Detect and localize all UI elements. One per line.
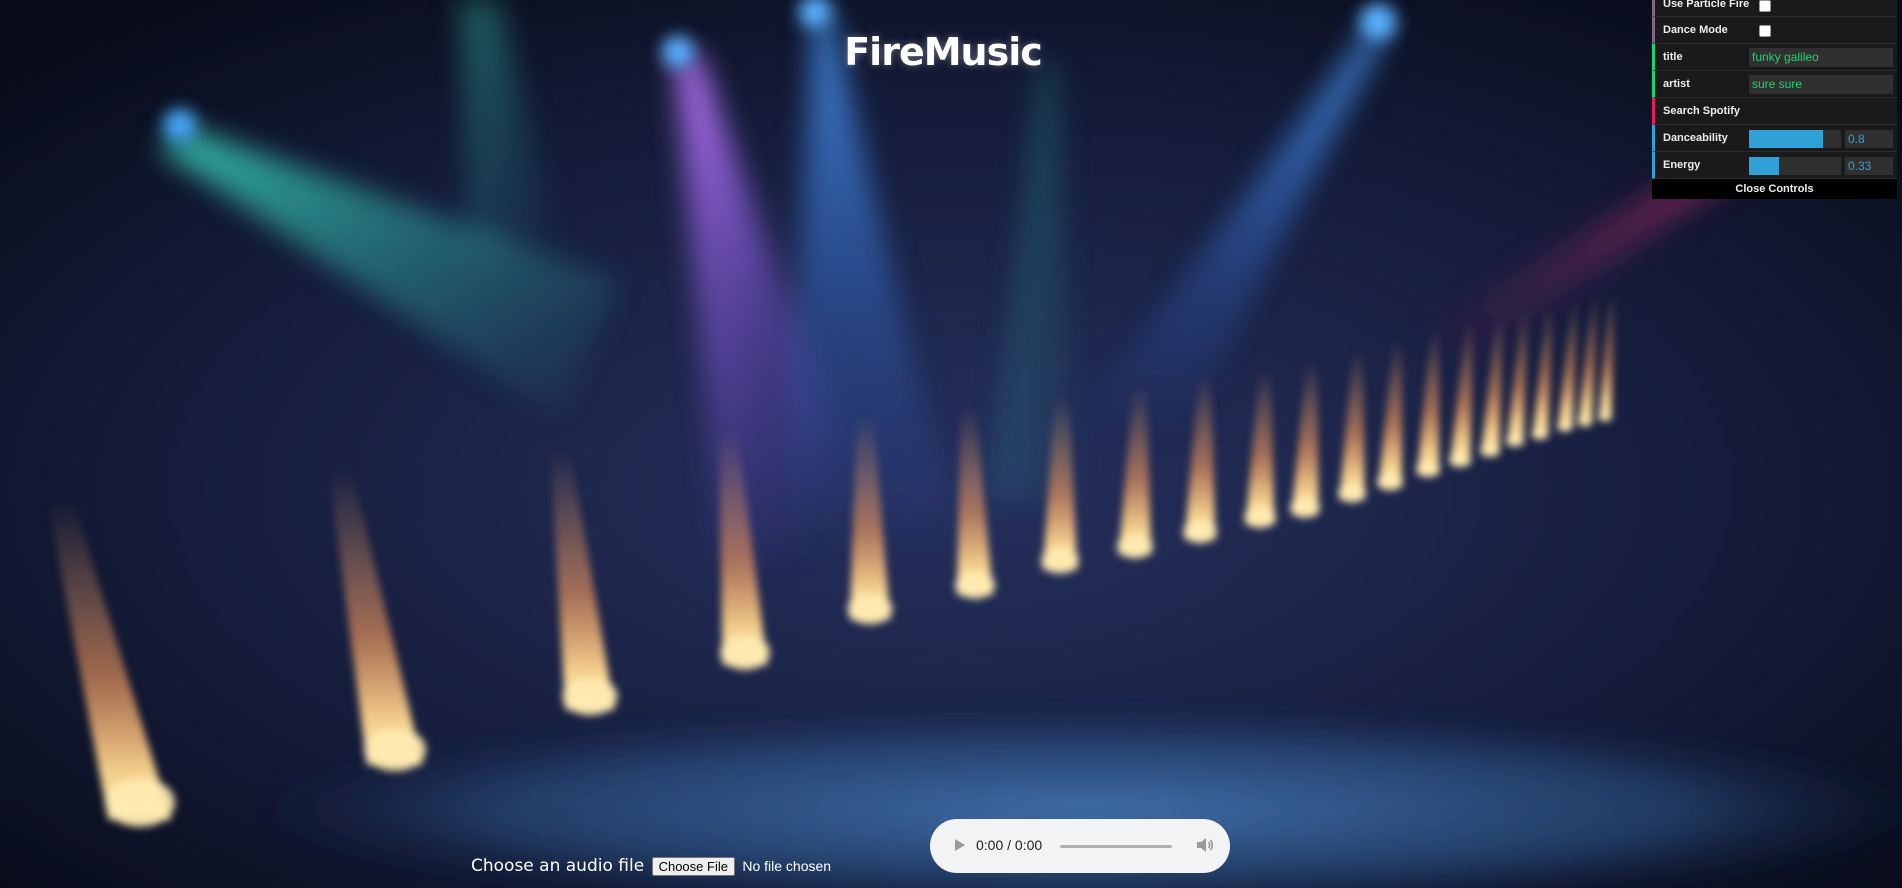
stage-scene [0, 0, 1902, 888]
title-input[interactable]: funky galileo [1749, 48, 1893, 67]
file-chooser: Choose an audio file Choose File No file… [471, 856, 831, 876]
title-row: title funky galileo [1652, 44, 1897, 71]
volume-icon[interactable] [1196, 837, 1214, 856]
flame-glow [105, 778, 175, 827]
energy-value-input[interactable]: 0.33 [1845, 157, 1893, 175]
flame-glow [1338, 483, 1366, 503]
energy-slider-fill [1749, 157, 1780, 175]
flame-glow [1598, 411, 1612, 422]
flame-glow [1244, 505, 1276, 529]
audio-seek-bar[interactable] [1060, 845, 1172, 848]
flame-glow [720, 635, 770, 670]
use-particle-fire-label: Use Particle Fire [1663, 0, 1750, 10]
search-spotify-label: Search Spotify [1663, 105, 1741, 117]
danceability-label: Danceability [1663, 132, 1728, 144]
controls-panel: Use Particle Fire Dance Mode title funky… [1652, 0, 1897, 199]
choose-file-button[interactable]: Choose File [651, 856, 735, 876]
danceability-slider-fill [1749, 130, 1823, 148]
flame-glow [1480, 443, 1500, 457]
use-particle-fire-checkbox[interactable] [1759, 0, 1771, 12]
search-spotify-button[interactable]: Search Spotify [1652, 98, 1897, 125]
dance-mode-row: Dance Mode [1652, 17, 1897, 44]
flame-glow [1557, 420, 1573, 432]
page-title: FireMusic [844, 30, 1043, 74]
use-particle-fire-row: Use Particle Fire [1652, 0, 1897, 17]
energy-slider[interactable] [1749, 157, 1841, 175]
flame-glow [1577, 416, 1593, 427]
close-controls-button[interactable]: Close Controls [1652, 179, 1897, 199]
flame-glow [1183, 519, 1217, 544]
artist-input[interactable]: sure sure [1749, 75, 1893, 94]
flame-glow [1377, 472, 1403, 491]
file-chooser-label: Choose an audio file [471, 856, 645, 876]
flame-glow [1449, 451, 1471, 468]
audio-time-display: 0:00 / 0:00 [976, 837, 1043, 853]
danceability-slider[interactable] [1749, 130, 1841, 148]
flame-glow [1416, 460, 1440, 478]
energy-row: Energy 0.33 [1652, 152, 1897, 179]
energy-label: Energy [1663, 159, 1701, 171]
flame-glow [364, 727, 426, 772]
flame-glow [562, 677, 618, 716]
play-icon[interactable] [954, 838, 966, 855]
flame-glow [1041, 547, 1079, 574]
title-label: title [1663, 51, 1683, 63]
flame-glow [847, 593, 893, 625]
artist-row: artist sure sure [1652, 71, 1897, 98]
flame-glow [1506, 434, 1524, 447]
dance-mode-checkbox[interactable] [1759, 25, 1771, 37]
file-status-text: No file chosen [742, 858, 832, 874]
danceability-row: Danceability 0.8 [1652, 125, 1897, 152]
flame-glow [1290, 497, 1320, 518]
flame-glow [1117, 533, 1153, 559]
artist-label: artist [1663, 78, 1690, 90]
dance-mode-label: Dance Mode [1663, 24, 1728, 36]
flame-glow [1531, 427, 1549, 440]
flame-glow [955, 571, 995, 599]
audio-player: 0:00 / 0:00 [930, 819, 1230, 873]
danceability-value-input[interactable]: 0.8 [1845, 130, 1893, 148]
